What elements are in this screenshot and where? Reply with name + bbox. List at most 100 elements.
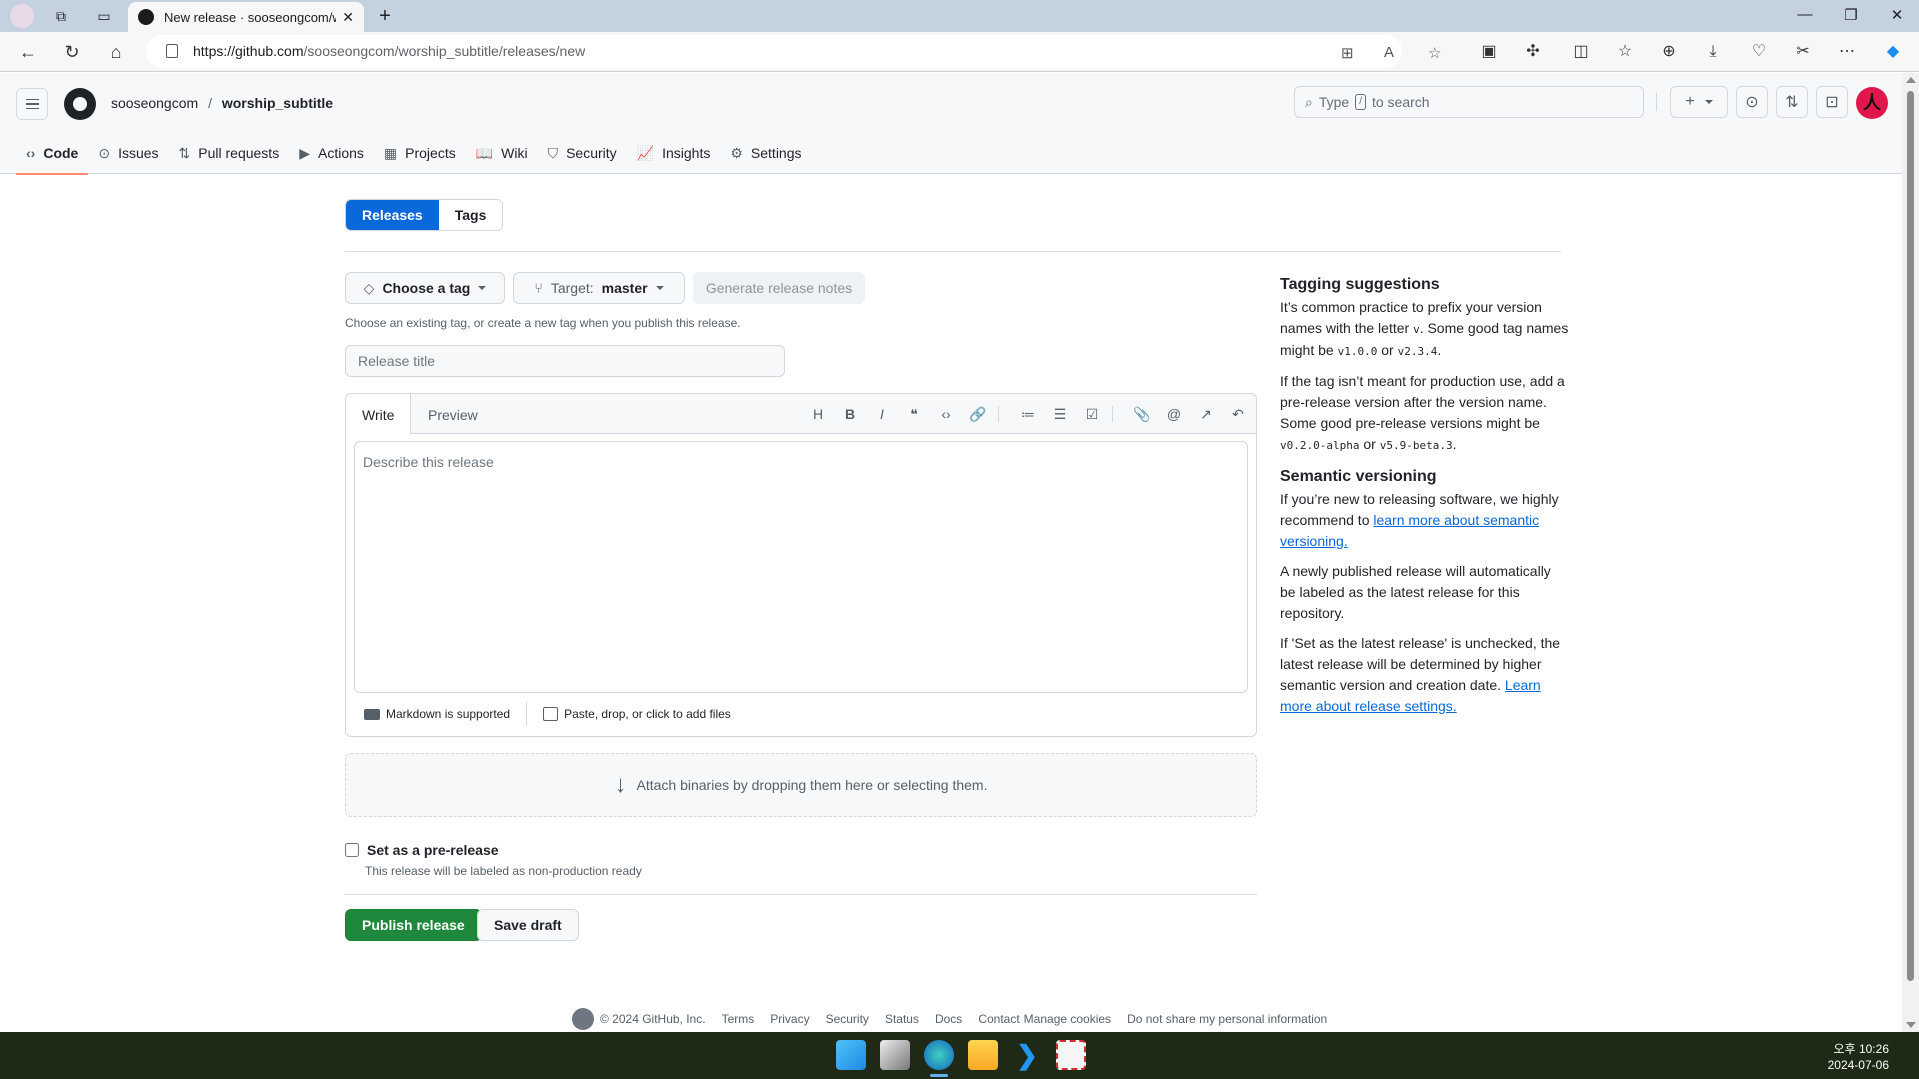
screenshot-icon[interactable]: ✂ <box>1790 40 1816 64</box>
pull-requests-button[interactable]: ⇅ <box>1776 86 1808 118</box>
generate-release-notes-button[interactable]: Generate release notes <box>693 272 865 304</box>
app-available-icon[interactable]: ⊞ <box>1341 44 1354 62</box>
collections-icon[interactable]: ⊕ <box>1656 40 1682 64</box>
releases-tab[interactable]: Releases <box>346 200 439 230</box>
footer-link-do-not-share[interactable]: Do not share my personal information <box>1127 1012 1327 1026</box>
tab-code[interactable]: ‹› Code <box>16 132 89 175</box>
browser-essentials-icon[interactable]: ♡ <box>1746 40 1772 64</box>
system-clock[interactable]: 오후 10:26 2024-07-06 <box>1828 1041 1889 1073</box>
edge-browser-icon[interactable] <box>924 1040 954 1070</box>
scroll-down-arrow-icon[interactable] <box>1906 1022 1916 1028</box>
back-icon[interactable]: ← <box>16 40 40 64</box>
browser-tab-active[interactable]: New release · sooseongcom/worship_subtit… <box>128 2 364 32</box>
footer-link-docs[interactable]: Docs <box>935 1012 962 1026</box>
tab-issues[interactable]: ⊙ Issues <box>88 132 168 174</box>
publish-release-button[interactable]: Publish release <box>345 909 482 941</box>
snipping-tool-icon[interactable] <box>1056 1040 1086 1070</box>
task-list-icon[interactable]: ☑ <box>1082 404 1102 424</box>
refresh-icon[interactable]: ↻ <box>60 40 84 64</box>
quote-icon[interactable]: ❝ <box>904 404 924 424</box>
extensions-icon[interactable]: ✣ <box>1520 40 1546 64</box>
bold-icon[interactable]: B <box>840 404 860 424</box>
address-bar[interactable]: https://github.com/sooseongcom/worship_s… <box>146 35 1441 68</box>
home-icon[interactable]: ⌂ <box>104 40 128 64</box>
copilot-icon[interactable]: ◆ <box>1880 40 1906 64</box>
page-scrollbar[interactable] <box>1902 73 1919 1032</box>
avatar[interactable]: 人 <box>1856 87 1888 119</box>
search-input[interactable]: ⌕ Type / to search <box>1294 86 1644 118</box>
footer-link-status[interactable]: Status <box>885 1012 919 1026</box>
github-logo-icon[interactable] <box>64 88 96 120</box>
footer-link-contact[interactable]: Contact <box>978 1012 1019 1026</box>
graph-icon: 📈 <box>636 144 655 161</box>
workspaces-icon[interactable]: ⧉ <box>50 6 72 26</box>
scroll-up-arrow-icon[interactable] <box>1906 77 1916 83</box>
footer-link-terms[interactable]: Terms <box>722 1012 755 1026</box>
minimize-button[interactable]: — <box>1790 6 1820 26</box>
paperclip-icon[interactable]: 📎 <box>1132 404 1152 424</box>
unordered-list-icon[interactable]: ☰ <box>1050 404 1070 424</box>
downloads-icon[interactable]: ⤓ <box>1700 40 1726 64</box>
tab-wiki[interactable]: 📖 Wiki <box>466 132 538 174</box>
write-tab[interactable]: Write <box>346 394 412 435</box>
release-description-textarea[interactable] <box>354 441 1248 693</box>
markdown-supported-link[interactable]: Markdown is supported <box>354 707 520 721</box>
tab-pull-requests[interactable]: ⇅ Pull requests <box>169 132 290 174</box>
split-screen-icon[interactable]: ◫ <box>1568 40 1594 64</box>
attach-binaries-dropzone[interactable]: ↓ Attach binaries by dropping them here … <box>345 753 1257 817</box>
tags-tab[interactable]: Tags <box>438 200 503 230</box>
inbox-button[interactable]: ⊡ <box>1816 86 1848 118</box>
more-menu-icon[interactable]: ⋯ <box>1834 40 1860 64</box>
profile-avatar-icon[interactable] <box>10 4 34 28</box>
new-tab-button[interactable]: + <box>374 5 396 27</box>
link-icon[interactable]: 🔗 <box>968 404 988 424</box>
scrollbar-thumb[interactable] <box>1907 91 1914 981</box>
plus-icon: + <box>1685 93 1695 110</box>
issues-button[interactable]: ⊙ <box>1736 86 1768 118</box>
github-footer-logo-icon[interactable] <box>572 1008 594 1030</box>
start-button-icon[interactable] <box>836 1040 866 1070</box>
breadcrumb-owner[interactable]: sooseongcom <box>111 95 198 111</box>
task-view-icon[interactable] <box>880 1040 910 1070</box>
tab-security[interactable]: ⛉ Security <box>538 132 627 174</box>
url-text[interactable]: https://github.com/sooseongcom/worship_s… <box>193 43 585 59</box>
close-tab-icon[interactable]: ✕ <box>342 9 354 26</box>
numbered-list-icon[interactable]: ≔ <box>1018 404 1038 424</box>
create-new-button[interactable]: + <box>1670 86 1728 118</box>
save-draft-button[interactable]: Save draft <box>477 909 579 941</box>
media-folder-icon[interactable]: ▣ <box>1476 40 1502 64</box>
add-files-button[interactable]: Paste, drop, or click to add files <box>533 707 741 721</box>
heading-icon[interactable]: H <box>808 404 828 424</box>
code-icon[interactable]: ‹› <box>936 404 956 424</box>
restore-button[interactable]: ❐ <box>1836 6 1866 26</box>
lock-icon[interactable] <box>166 44 178 58</box>
vscode-icon[interactable]: ❯ <box>1012 1040 1042 1070</box>
italic-icon[interactable]: I <box>872 404 892 424</box>
read-aloud-icon[interactable]: A <box>1384 44 1394 61</box>
target-label: Target: <box>550 280 594 296</box>
vertical-tabs-icon[interactable]: ▭ <box>93 6 115 26</box>
footer-link-manage-cookies[interactable]: Manage cookies <box>1024 1012 1111 1026</box>
cross-reference-icon[interactable]: ↗ <box>1196 404 1216 424</box>
footer-link-privacy[interactable]: Privacy <box>770 1012 809 1026</box>
file-explorer-icon[interactable] <box>968 1040 998 1070</box>
breadcrumb-repo[interactable]: worship_subtitle <box>222 95 333 111</box>
prerelease-label[interactable]: Set as a pre-release <box>367 842 499 858</box>
code-icon: ‹› <box>26 145 36 161</box>
favorites-icon[interactable]: ☆ <box>1612 40 1638 64</box>
favorite-star-icon[interactable]: ☆ <box>1428 44 1441 62</box>
preview-tab[interactable]: Preview <box>412 394 494 435</box>
release-title-input[interactable] <box>345 345 785 377</box>
close-window-button[interactable]: ✕ <box>1882 6 1912 26</box>
prerelease-checkbox[interactable] <box>345 843 359 857</box>
choose-tag-button[interactable]: ◇ Choose a tag <box>345 272 505 304</box>
tab-actions[interactable]: ▶ Actions <box>289 132 374 174</box>
undo-icon[interactable]: ↶ <box>1228 404 1248 424</box>
footer-link-security[interactable]: Security <box>826 1012 869 1026</box>
tab-settings[interactable]: ⚙ Settings <box>720 132 811 174</box>
menu-button[interactable] <box>16 88 48 120</box>
target-branch-button[interactable]: ⑂ Target: master <box>513 272 685 304</box>
tab-projects[interactable]: ▦ Projects <box>374 132 466 174</box>
tab-insights[interactable]: 📈 Insights <box>627 132 721 174</box>
mention-icon[interactable]: @ <box>1164 404 1184 424</box>
